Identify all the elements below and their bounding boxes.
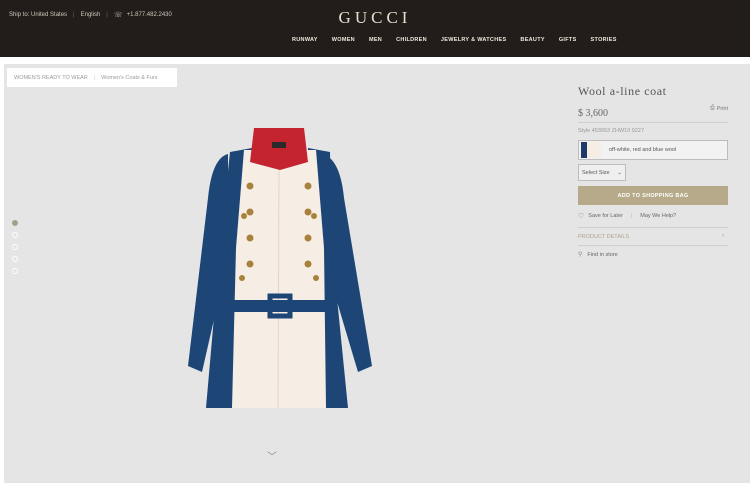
product-main: WOMEN'S READY TO WEAR | Women's Coats & …: [4, 64, 750, 483]
gallery-dot[interactable]: [12, 220, 18, 226]
product-details-label: PRODUCT DETAILS: [578, 234, 630, 240]
chevron-down-icon: ⌄: [617, 169, 622, 176]
product-price: $ 3,600: [578, 108, 608, 119]
price-row: $ 3,600 ⎙ Print: [578, 103, 728, 119]
chevron-down-icon[interactable]: ﹀: [267, 448, 277, 463]
color-selector[interactable]: off-white, red and blue wool: [578, 140, 728, 160]
main-nav: RUNWAY WOMEN MEN CHILDREN JEWELRY & WATC…: [292, 37, 631, 43]
product-title: Wool a-line coat: [578, 84, 667, 98]
find-in-store-link[interactable]: ⚲ Find in store: [578, 251, 728, 259]
divider: [578, 122, 728, 123]
color-swatch: [587, 142, 601, 158]
actions-row: ♡ Save for Later | May We Help?: [578, 212, 728, 220]
find-in-store-label: Find in store: [587, 251, 618, 258]
breadcrumb-item[interactable]: Women's Coats & Furs: [101, 75, 157, 81]
product-image: [188, 128, 372, 409]
nav-item-runway[interactable]: RUNWAY: [292, 37, 318, 43]
nav-item-jewelry-watches[interactable]: JEWELRY & WATCHES: [441, 37, 507, 43]
nav-item-women[interactable]: WOMEN: [332, 37, 355, 43]
product-details-toggle[interactable]: PRODUCT DETAILS ›: [578, 227, 728, 246]
top-bar: Ship to: United States | English | ☏ +1.…: [0, 0, 750, 57]
gallery-dot[interactable]: [12, 244, 18, 250]
gallery-dots: [12, 220, 18, 274]
gallery-dot[interactable]: [12, 232, 18, 238]
product-panel: Wool a-line coat $ 3,600 ⎙ Print Style 4…: [578, 84, 728, 258]
breadcrumb: WOMEN'S READY TO WEAR | Women's Coats & …: [7, 68, 177, 87]
printer-icon: ⎙: [710, 105, 715, 111]
color-label: off-white, red and blue wool: [609, 147, 677, 153]
brand-logo[interactable]: GUCCI: [0, 8, 750, 28]
size-select-value: Select Size: [582, 169, 610, 176]
gallery-dot[interactable]: [12, 256, 18, 262]
size-select[interactable]: Select Size ⌄: [578, 164, 626, 181]
nav-item-gifts[interactable]: GIFTS: [559, 37, 577, 43]
gallery-dot[interactable]: [12, 268, 18, 274]
style-number: Style 453953 ZHW10 9227: [578, 128, 645, 134]
nav-item-men[interactable]: MEN: [369, 37, 382, 43]
print-label: Print: [716, 105, 728, 112]
divider: |: [630, 213, 633, 219]
save-for-later-link[interactable]: Save for Later: [588, 213, 623, 219]
nav-item-beauty[interactable]: BEAUTY: [520, 37, 544, 43]
heart-icon: ♡: [578, 213, 585, 220]
add-to-bag-button[interactable]: ADD TO SHOPPING BAG: [578, 186, 728, 205]
print-button[interactable]: ⎙ Print: [710, 105, 728, 112]
may-we-help-link[interactable]: May We Help?: [640, 213, 676, 219]
nav-item-stories[interactable]: STORIES: [591, 37, 617, 43]
location-pin-icon: ⚲: [578, 252, 583, 258]
chevron-right-icon: ›: [722, 233, 724, 239]
divider: |: [93, 74, 96, 81]
breadcrumb-item[interactable]: WOMEN'S READY TO WEAR: [14, 75, 88, 81]
nav-item-children[interactable]: CHILDREN: [396, 37, 427, 43]
